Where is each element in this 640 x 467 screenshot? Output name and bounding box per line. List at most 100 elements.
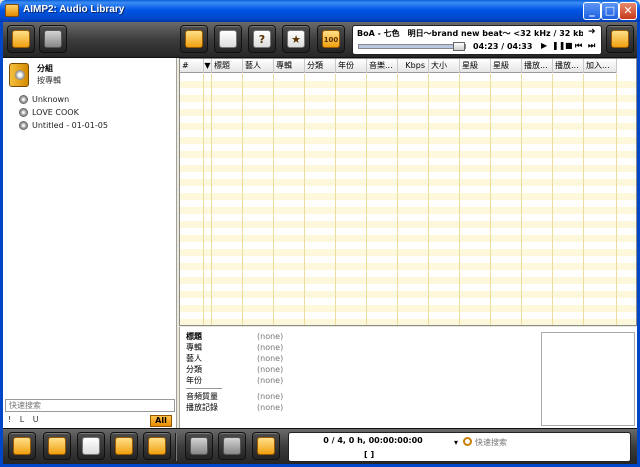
album-item-label: Untitled - 01-01-05 xyxy=(32,121,108,130)
play-icon[interactable]: ▶ xyxy=(541,41,547,50)
letter-filter[interactable]: ! L U xyxy=(8,415,42,424)
column-divider xyxy=(242,74,243,325)
minimize-button[interactable]: _ xyxy=(583,2,601,20)
column-header[interactable]: 大小 xyxy=(429,59,460,73)
previous-icon[interactable]: ⏮ xyxy=(575,41,582,51)
mini-player: BoA - 七色 明日～brand new beat～ <32 kHz / 32… xyxy=(352,25,602,55)
search-icon[interactable] xyxy=(463,437,472,446)
info-label: 專輯 xyxy=(186,343,202,352)
column-header[interactable]: 專輯 xyxy=(274,59,305,73)
library-view-button[interactable] xyxy=(8,432,36,460)
list-options-icon xyxy=(257,437,275,455)
library-tree-panel: 分組 按專輯 Unknown LOVE COOK Untitled - 01-0… xyxy=(3,58,177,428)
all-filter-button[interactable]: All xyxy=(150,415,172,427)
info-value: (none) xyxy=(257,403,284,412)
add-files-button[interactable] xyxy=(180,25,208,53)
column-header[interactable]: 星級 xyxy=(491,59,522,73)
rating-view-button[interactable] xyxy=(110,432,138,460)
info-value: (none) xyxy=(257,332,284,341)
column-header[interactable]: # xyxy=(180,59,204,73)
add-folder-icon xyxy=(12,30,30,48)
column-header[interactable]: 年份 xyxy=(336,59,367,73)
disc-icon xyxy=(19,121,28,130)
album-art-box[interactable] xyxy=(541,332,635,426)
pause-icon[interactable]: ❚❚ xyxy=(552,41,565,50)
column-header[interactable]: 標題 xyxy=(212,59,243,73)
table-body[interactable] xyxy=(180,74,636,325)
info-value: (none) xyxy=(257,376,284,385)
album-group-icon xyxy=(9,63,29,87)
settings-button[interactable] xyxy=(606,25,634,53)
group-mode[interactable]: 按專輯 xyxy=(37,75,61,86)
add-files-icon xyxy=(185,30,203,48)
stop-icon[interactable]: ■ xyxy=(565,41,573,50)
aimp-app-icon[interactable] xyxy=(5,4,19,17)
info-label: 音頻質量 xyxy=(186,392,218,401)
column-header[interactable]: 分類 xyxy=(305,59,336,73)
add-folder-button[interactable] xyxy=(7,25,35,53)
column-header[interactable]: 加入... xyxy=(584,59,617,73)
info-label: 年份 xyxy=(186,376,202,385)
column-header[interactable]: 音樂... xyxy=(367,59,398,73)
playlist-files-button[interactable] xyxy=(185,432,213,460)
info-label: 標題 xyxy=(186,332,202,341)
album-item-untitled[interactable]: Untitled - 01-01-05 xyxy=(19,119,108,132)
now-playing-track: BoA - 七色 明日～brand new beat～ <32 kHz / 32… xyxy=(357,29,583,38)
playlist-quick-search-input[interactable] xyxy=(475,436,625,449)
seek-knob[interactable] xyxy=(453,42,465,51)
track-info-panel: 標題 (none) 專輯 (none) 藝人 (none) 分類 (none) 年份 (none)… xyxy=(179,327,637,428)
disc-library-icon xyxy=(13,437,31,455)
album-item-unknown[interactable]: Unknown xyxy=(19,93,108,106)
favorite-icon: ★ xyxy=(287,30,305,48)
seek-bar-fill xyxy=(359,45,461,48)
next-icon[interactable]: ⏭ xyxy=(588,41,595,51)
library-quick-search-input[interactable] xyxy=(5,399,175,412)
top-100-button[interactable]: 100 xyxy=(317,25,345,53)
column-divider xyxy=(366,74,367,325)
column-header[interactable]: Kbps xyxy=(398,59,429,73)
column-divider xyxy=(490,74,491,325)
album-item-love-cook[interactable]: LOVE COOK xyxy=(19,106,108,119)
seek-bar[interactable] xyxy=(358,44,466,49)
info-label: 播放記錄 xyxy=(186,403,218,412)
artist-icon xyxy=(48,437,66,455)
table-header: # ▼ 標題 藝人 專輯 分類 年份 音樂... Kbps 大小 星級 星級 播放... 播放... 加入.… xyxy=(180,59,617,73)
column-header[interactable]: 星級 xyxy=(460,59,491,73)
column-header[interactable]: 藝人 xyxy=(243,59,274,73)
column-divider xyxy=(273,74,274,325)
column-header[interactable]: 播放... xyxy=(522,59,553,73)
remove-button[interactable] xyxy=(218,432,246,460)
help-button[interactable]: ? xyxy=(248,25,276,53)
playlist-table[interactable]: # ▼ 標題 藝人 專輯 分類 年份 音樂... Kbps 大小 星級 星級 播放... 播放... 加入.… xyxy=(179,58,637,326)
maximize-button[interactable]: □ xyxy=(601,2,619,20)
group-header[interactable]: 分組 按專輯 xyxy=(9,62,173,90)
column-divider xyxy=(616,74,617,325)
date-view-button[interactable] xyxy=(77,432,105,460)
favorite-button[interactable]: ★ xyxy=(282,25,310,53)
status-brackets: [ ] xyxy=(364,450,375,459)
search-dropdown-icon[interactable]: ▾ xyxy=(454,438,458,447)
column-divider xyxy=(304,74,305,325)
info-value: (none) xyxy=(257,392,284,401)
close-button[interactable]: ✕ xyxy=(619,2,637,20)
column-divider xyxy=(552,74,553,325)
knife-icon xyxy=(223,437,241,455)
column-header[interactable]: 播放... xyxy=(553,59,584,73)
column-header[interactable]: ▼ xyxy=(204,59,212,73)
top-toolbar: ? ★ 100 BoA - 七色 明日～brand new beat～ <32 … xyxy=(3,22,637,58)
documents-icon xyxy=(190,437,208,455)
window-title: AIMP2: Audio Library xyxy=(23,4,125,15)
new-playlist-button[interactable] xyxy=(214,25,242,53)
album-list: Unknown LOVE COOK Untitled - 01-01-05 xyxy=(19,93,108,132)
group-title: 分組 xyxy=(37,64,53,73)
options-button[interactable] xyxy=(252,432,280,460)
column-divider xyxy=(397,74,398,325)
library-status: 0 / 4, 0 h, 00:00:00:00 xyxy=(323,436,423,445)
artist-view-button[interactable] xyxy=(43,432,71,460)
edit-tags-button[interactable] xyxy=(39,25,67,53)
column-divider xyxy=(459,74,460,325)
title-bar[interactable]: AIMP2: Audio Library _ □ ✕ xyxy=(0,0,640,22)
next-track-icon[interactable]: ➜ xyxy=(588,27,596,37)
folder-tree-button[interactable] xyxy=(143,432,171,460)
disc-icon xyxy=(19,95,28,104)
